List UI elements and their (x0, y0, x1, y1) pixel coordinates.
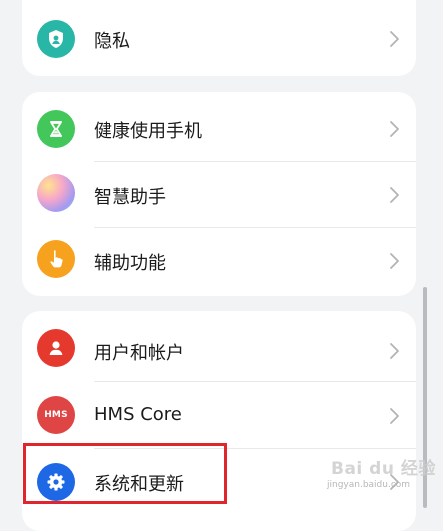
settings-item-smart-assistant[interactable]: 智慧助手 (22, 162, 416, 228)
settings-item-digital-balance[interactable]: 健康使用手机 (22, 96, 416, 162)
watermark: Bai du 经验 jingyan.baidu.com (323, 448, 441, 498)
hms-icon: HMS (37, 396, 75, 434)
chevron-right-icon (390, 343, 399, 359)
watermark-url: jingyan.baidu.com (327, 480, 411, 490)
settings-item-users-accounts[interactable]: 用户和帐户 (22, 315, 416, 381)
assistant-orb-icon (37, 174, 75, 212)
hms-icon-text: HMS (44, 410, 68, 420)
settings-item-label: 隐私 (94, 31, 130, 52)
settings-item-accessibility[interactable]: 辅助功能 (22, 228, 416, 294)
settings-group-privacy: 隐私 (22, 0, 416, 76)
settings-item-hms-core[interactable]: HMS HMS Core (22, 382, 416, 448)
chevron-right-icon (390, 408, 399, 424)
watermark-brand: Bai du 经验 (331, 459, 436, 479)
settings-item-label: 健康使用手机 (94, 121, 202, 142)
annotation-highlight-box (23, 443, 227, 504)
user-icon (37, 329, 75, 367)
chevron-right-icon (390, 31, 399, 47)
hourglass-icon (37, 110, 75, 148)
settings-item-label: 智慧助手 (94, 187, 166, 208)
chevron-right-icon (390, 187, 399, 203)
hand-pointer-icon (37, 240, 75, 278)
settings-item-privacy[interactable]: 隐私 (22, 6, 416, 72)
settings-group-features: 健康使用手机 智慧助手 辅助功能 (22, 92, 416, 296)
privacy-shield-icon (37, 20, 75, 58)
settings-item-label: HMS Core (94, 404, 182, 425)
settings-item-label: 用户和帐户 (94, 343, 184, 364)
settings-item-label: 辅助功能 (94, 253, 166, 274)
chevron-right-icon (390, 121, 399, 137)
chevron-right-icon (390, 253, 399, 269)
